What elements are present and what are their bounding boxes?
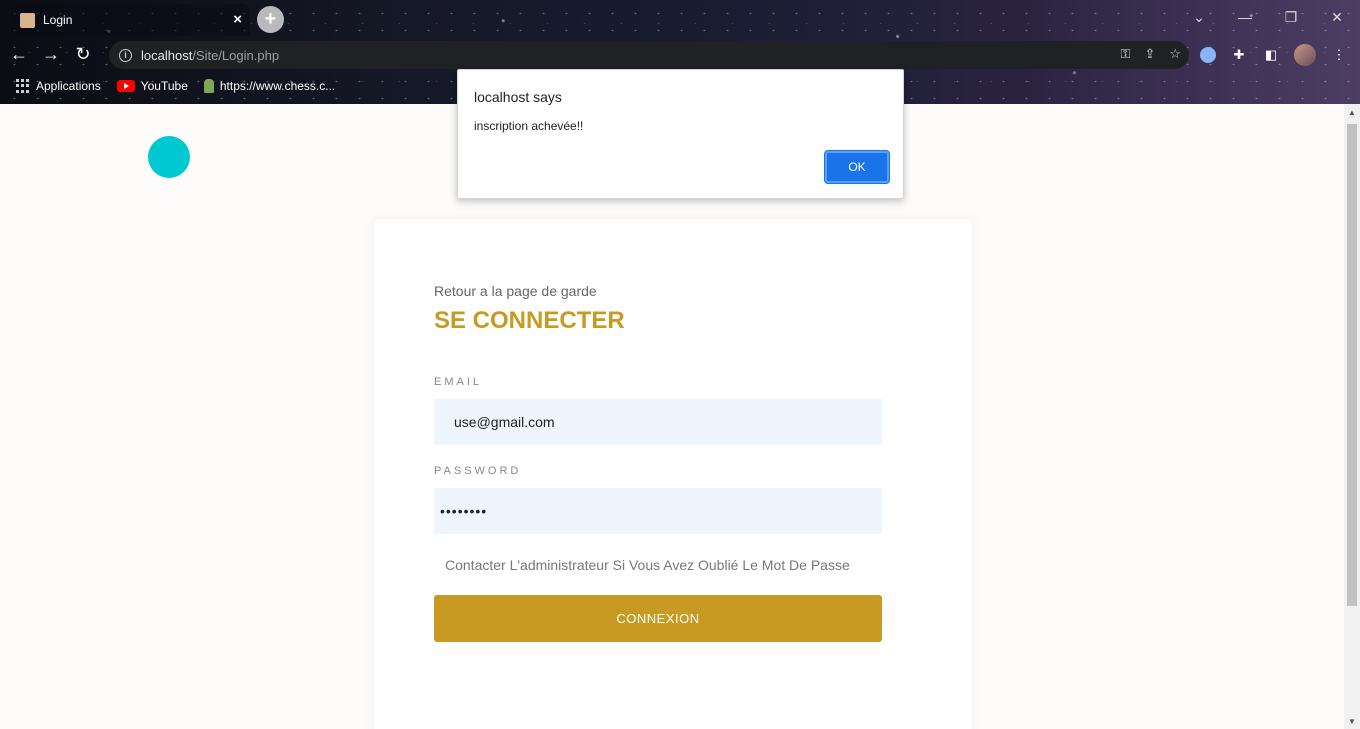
reload-icon[interactable]: ↻: [70, 41, 96, 67]
forgot-password-text[interactable]: Contacter L'administrateur Si Vous Avez …: [445, 557, 850, 573]
address-bar[interactable]: i localhost /Site/Login.php ⚿ ⇪ ☆: [109, 41, 1189, 69]
decorative-dot: [148, 136, 190, 178]
side-panel-icon[interactable]: ◧: [1262, 46, 1280, 64]
bookmark-youtube[interactable]: YouTube: [116, 79, 188, 93]
tab-search-icon[interactable]: ⌄: [1176, 0, 1222, 34]
close-window-icon[interactable]: ✕: [1314, 0, 1360, 34]
bookmark-label: https://www.chess.c...: [219, 79, 336, 93]
bookmark-label: YouTube: [140, 79, 188, 93]
bookmark-star-icon[interactable]: ☆: [1169, 46, 1181, 62]
extensions-puzzle-icon[interactable]: ✚: [1230, 46, 1248, 64]
window-controls: ⌄ — ❐ ✕: [1176, 0, 1360, 34]
dialog-title: localhost says: [474, 89, 562, 105]
connexion-button[interactable]: CONNEXION: [434, 595, 882, 642]
dialog-message: inscription achevée!!: [474, 119, 584, 133]
share-icon[interactable]: ⇪: [1144, 46, 1155, 62]
forward-arrow-icon[interactable]: →: [38, 41, 64, 67]
tab-favicon-icon: [20, 12, 35, 28]
back-to-home-link[interactable]: Retour a la page de garde: [434, 283, 597, 299]
dialog-ok-button[interactable]: OK: [825, 151, 889, 183]
bookmark-applications[interactable]: Applications: [16, 79, 101, 93]
tab-close-icon[interactable]: ×: [233, 11, 242, 28]
profile-avatar[interactable]: [1294, 44, 1316, 66]
google-lens-icon[interactable]: [1200, 47, 1216, 63]
chess-pawn-icon: [203, 79, 214, 93]
bookmark-chess[interactable]: https://www.chess.c...: [203, 79, 336, 93]
password-field[interactable]: [434, 488, 882, 534]
scroll-up-arrow-icon[interactable]: ▲: [1348, 108, 1356, 117]
url-path: /Site/Login.php: [192, 47, 280, 63]
url-host: localhost: [141, 47, 193, 63]
scroll-thumb[interactable]: [1347, 124, 1357, 606]
extension-icons: ✚ ◧ ⋮: [1200, 44, 1348, 66]
browser-toolbar: ← → ↻ i localhost /Site/Login.php ⚿ ⇪ ☆ …: [0, 38, 1360, 70]
tab-title: Login: [43, 13, 73, 27]
back-arrow-icon[interactable]: ←: [6, 41, 32, 67]
email-field[interactable]: [434, 399, 882, 445]
youtube-icon: [116, 80, 135, 92]
site-info-icon[interactable]: i: [119, 48, 132, 62]
login-card: Retour a la page de garde SE CONNECTER E…: [374, 219, 972, 729]
restore-icon[interactable]: ❐: [1268, 0, 1314, 34]
new-tab-button[interactable]: +: [257, 6, 284, 33]
menu-dots-icon[interactable]: ⋮: [1330, 46, 1348, 64]
page-scrollbar[interactable]: ▲ ▼: [1344, 104, 1360, 729]
password-label: PASSWORD: [434, 465, 522, 477]
alert-dialog: localhost says inscription achevée!! OK: [457, 69, 904, 199]
browser-tab[interactable]: Login ×: [12, 4, 250, 36]
page-title: SE CONNECTER: [434, 307, 625, 334]
omnibox-icons: ⚿ ⇪ ☆: [1121, 46, 1181, 62]
email-label: EMAIL: [434, 376, 483, 388]
minimize-icon[interactable]: —: [1222, 0, 1268, 34]
scroll-down-arrow-icon[interactable]: ▼: [1348, 717, 1356, 726]
bookmark-label: Applications: [36, 79, 101, 93]
apps-grid-icon: [16, 79, 30, 93]
key-icon[interactable]: ⚿: [1121, 46, 1131, 62]
